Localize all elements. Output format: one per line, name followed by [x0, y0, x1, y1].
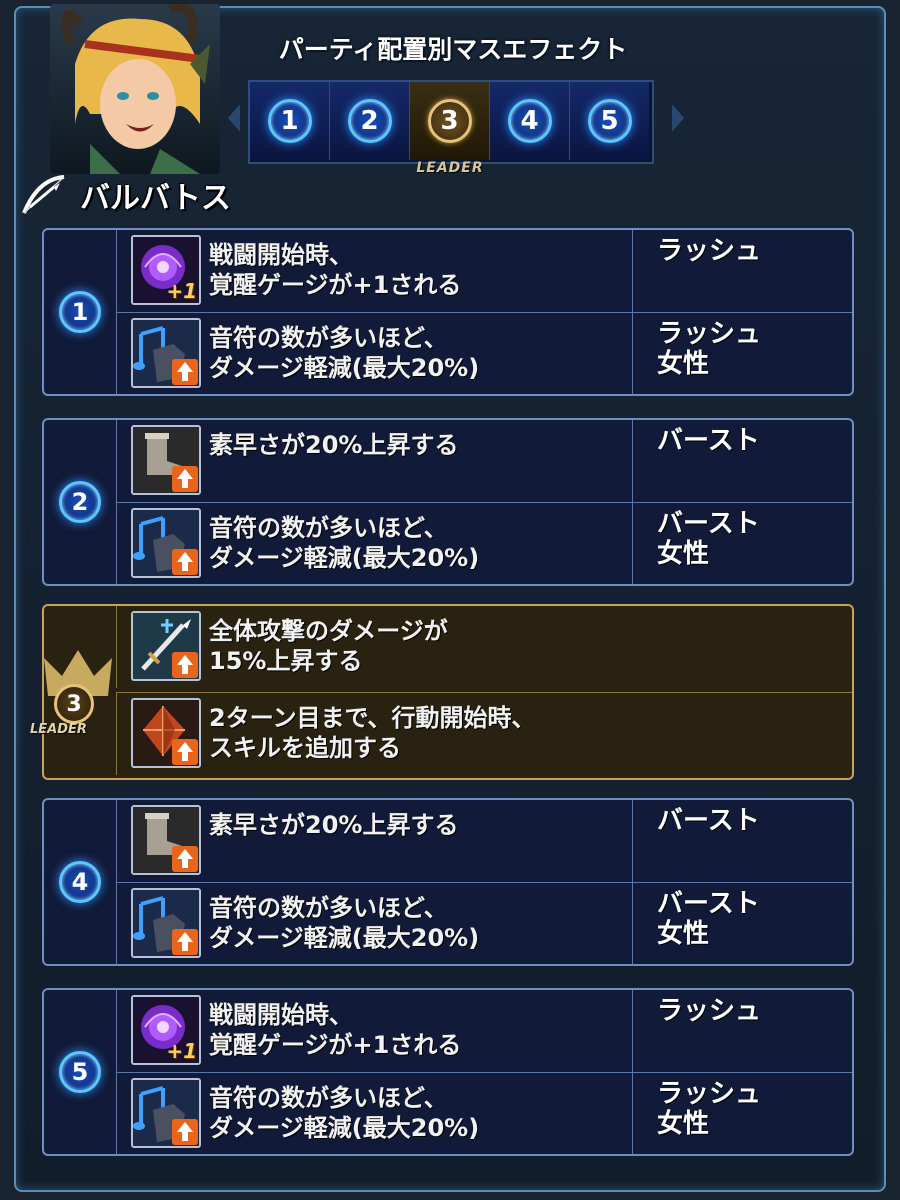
leader-label: LEADER: [30, 722, 87, 737]
slot-number: 3: [427, 99, 472, 143]
effect-rows: +1 戦闘開始時、 覚醒ゲージが+1される ラッシュ 音符の数が多いほど、 ダメージ軽…: [116, 990, 852, 1155]
effect-rows: 素早さが20%上昇する バースト音符の数が多いほど、 ダメージ軽減(最大20%) バ…: [116, 800, 852, 965]
stat-up-arrow-icon: [172, 466, 198, 492]
slot-group-1: 1 +1 戦闘開始時、 覚醒ゲージが+1される ラッシュ 音符の数が多いほど、 ダメージ…: [42, 228, 854, 396]
prev-arrow-icon[interactable]: [228, 104, 240, 132]
awakening-orb-icon: +1: [131, 235, 201, 305]
effect-condition: ラッシュ: [632, 230, 852, 312]
group-number: 4: [59, 861, 101, 903]
slot-tab-3[interactable]: 3: [410, 82, 490, 160]
slot-tab-5[interactable]: 5: [570, 82, 649, 160]
group-number: 5: [59, 1051, 101, 1093]
effect-description: 音符の数が多いほど、 ダメージ軽減(最大20%): [209, 1084, 480, 1142]
effect-description: 全体攻撃のダメージが 15%上昇する: [209, 617, 448, 675]
music-note-shield-icon: [131, 1078, 201, 1148]
plus-one-badge: +1: [166, 1039, 197, 1063]
stat-up-arrow-icon: [172, 929, 198, 955]
group-number-badge: 1: [44, 230, 116, 394]
effect-row: +1 戦闘開始時、 覚醒ゲージが+1される ラッシュ: [116, 230, 852, 312]
slot-group-5: 5 +1 戦闘開始時、 覚醒ゲージが+1される ラッシュ 音符の数が多いほど、 ダメージ…: [42, 988, 854, 1156]
effect-row: 音符の数が多いほど、 ダメージ軽減(最大20%) バースト 女性: [116, 882, 852, 965]
effect-condition: バースト 女性: [632, 503, 852, 585]
next-arrow-icon[interactable]: [672, 104, 684, 132]
slot-number: 1: [267, 99, 312, 143]
slot-tab-1[interactable]: 1: [250, 82, 330, 160]
group-number: 2: [59, 481, 101, 523]
effect-row: +1 戦闘開始時、 覚醒ゲージが+1される ラッシュ: [116, 990, 852, 1072]
stat-up-arrow-icon: [172, 359, 198, 385]
slot-group-2: 2 素早さが20%上昇する バースト 音符の数が多いほど、 ダメージ軽減(最大20%)…: [42, 418, 854, 586]
effect-condition: バースト: [632, 420, 852, 502]
stat-up-arrow-icon: [172, 549, 198, 575]
effect-row: 素早さが20%上昇する バースト: [116, 800, 852, 882]
stat-up-arrow-icon: [172, 652, 198, 678]
bow-weapon-icon: [22, 175, 65, 214]
effect-description: 音符の数が多いほど、 ダメージ軽減(最大20%): [209, 894, 480, 952]
effect-condition: バースト: [632, 800, 852, 882]
group-number-badge: 2: [44, 420, 116, 584]
group-number: 3: [54, 684, 94, 724]
slot-number: 4: [507, 99, 552, 143]
leader-crown-icon: 3 LEADER: [30, 646, 122, 756]
effect-condition: ラッシュ: [632, 990, 852, 1072]
party-slot-tabs: 1 2 3 4 5: [248, 80, 654, 164]
effect-row: 音符の数が多いほど、 ダメージ軽減(最大20%) バースト 女性: [116, 502, 852, 585]
stat-up-arrow-icon: [172, 846, 198, 872]
stat-up-arrow-icon: [172, 1119, 198, 1145]
slot-group-4: 4 素早さが20%上昇する バースト 音符の数が多いほど、 ダメージ軽減(最大20%)…: [42, 798, 854, 966]
slot-number: 2: [347, 99, 392, 143]
effect-rows: +1 戦闘開始時、 覚醒ゲージが+1される ラッシュ 音符の数が多いほど、 ダメージ軽…: [116, 230, 852, 395]
music-note-shield-icon: [131, 508, 201, 578]
effect-rows: 全体攻撃のダメージが 15%上昇する 2ターン目まで、行動開始時、 スキルを追加す…: [116, 606, 852, 778]
effect-description: 2ターン目まで、行動開始時、 スキルを追加する: [209, 704, 536, 762]
character-portrait: [50, 4, 220, 174]
group-number-badge: 5: [44, 990, 116, 1154]
effect-description: 戦闘開始時、 覚醒ゲージが+1される: [209, 1001, 462, 1059]
boot-speed-icon: [131, 805, 201, 875]
effect-row: 全体攻撃のダメージが 15%上昇する: [116, 606, 852, 688]
effect-description: 戦闘開始時、 覚醒ゲージが+1される: [209, 241, 462, 299]
sword-all-attack-icon: [131, 611, 201, 681]
music-note-shield-icon: [131, 318, 201, 388]
page-title: パーティ配置別マスエフェクト: [278, 35, 628, 64]
effect-condition: ラッシュ 女性: [632, 313, 852, 395]
effect-row: 2ターン目まで、行動開始時、 スキルを追加する: [116, 692, 852, 775]
effect-row: 音符の数が多いほど、 ダメージ軽減(最大20%) ラッシュ 女性: [116, 1072, 852, 1155]
music-note-shield-icon: [131, 888, 201, 958]
effect-description: 素早さが20%上昇する: [209, 431, 459, 459]
effect-condition: ラッシュ 女性: [632, 1073, 852, 1155]
effect-condition: バースト 女性: [632, 883, 852, 965]
slot-number: 5: [587, 99, 632, 143]
effect-rows: 素早さが20%上昇する バースト音符の数が多いほど、 ダメージ軽減(最大20%) バ…: [116, 420, 852, 585]
character-name-area: バルバトス: [18, 170, 231, 220]
boot-speed-icon: [131, 425, 201, 495]
group-number: 1: [59, 291, 101, 333]
effect-description: 素早さが20%上昇する: [209, 811, 459, 839]
leader-tag: LEADER: [416, 160, 484, 176]
awakening-orb-icon: +1: [131, 995, 201, 1065]
slot-tab-4[interactable]: 4: [490, 82, 570, 160]
effect-description: 音符の数が多いほど、 ダメージ軽減(最大20%): [209, 324, 480, 382]
effect-row: 素早さが20%上昇する バースト: [116, 420, 852, 502]
effect-description: 音符の数が多いほど、 ダメージ軽減(最大20%): [209, 514, 480, 572]
crystal-skill-icon: [131, 698, 201, 768]
effect-row: 音符の数が多いほど、 ダメージ軽減(最大20%) ラッシュ 女性: [116, 312, 852, 395]
slot-tab-2[interactable]: 2: [330, 82, 410, 160]
character-name: バルバトス: [80, 181, 231, 216]
stat-up-arrow-icon: [172, 739, 198, 765]
slot-group-3: 3 LEADER 全体攻撃のダメージが 15%上昇する 2ターン目まで、行動開始時、 …: [30, 604, 854, 780]
group-number-badge: 4: [44, 800, 116, 964]
plus-one-badge: +1: [166, 279, 197, 303]
